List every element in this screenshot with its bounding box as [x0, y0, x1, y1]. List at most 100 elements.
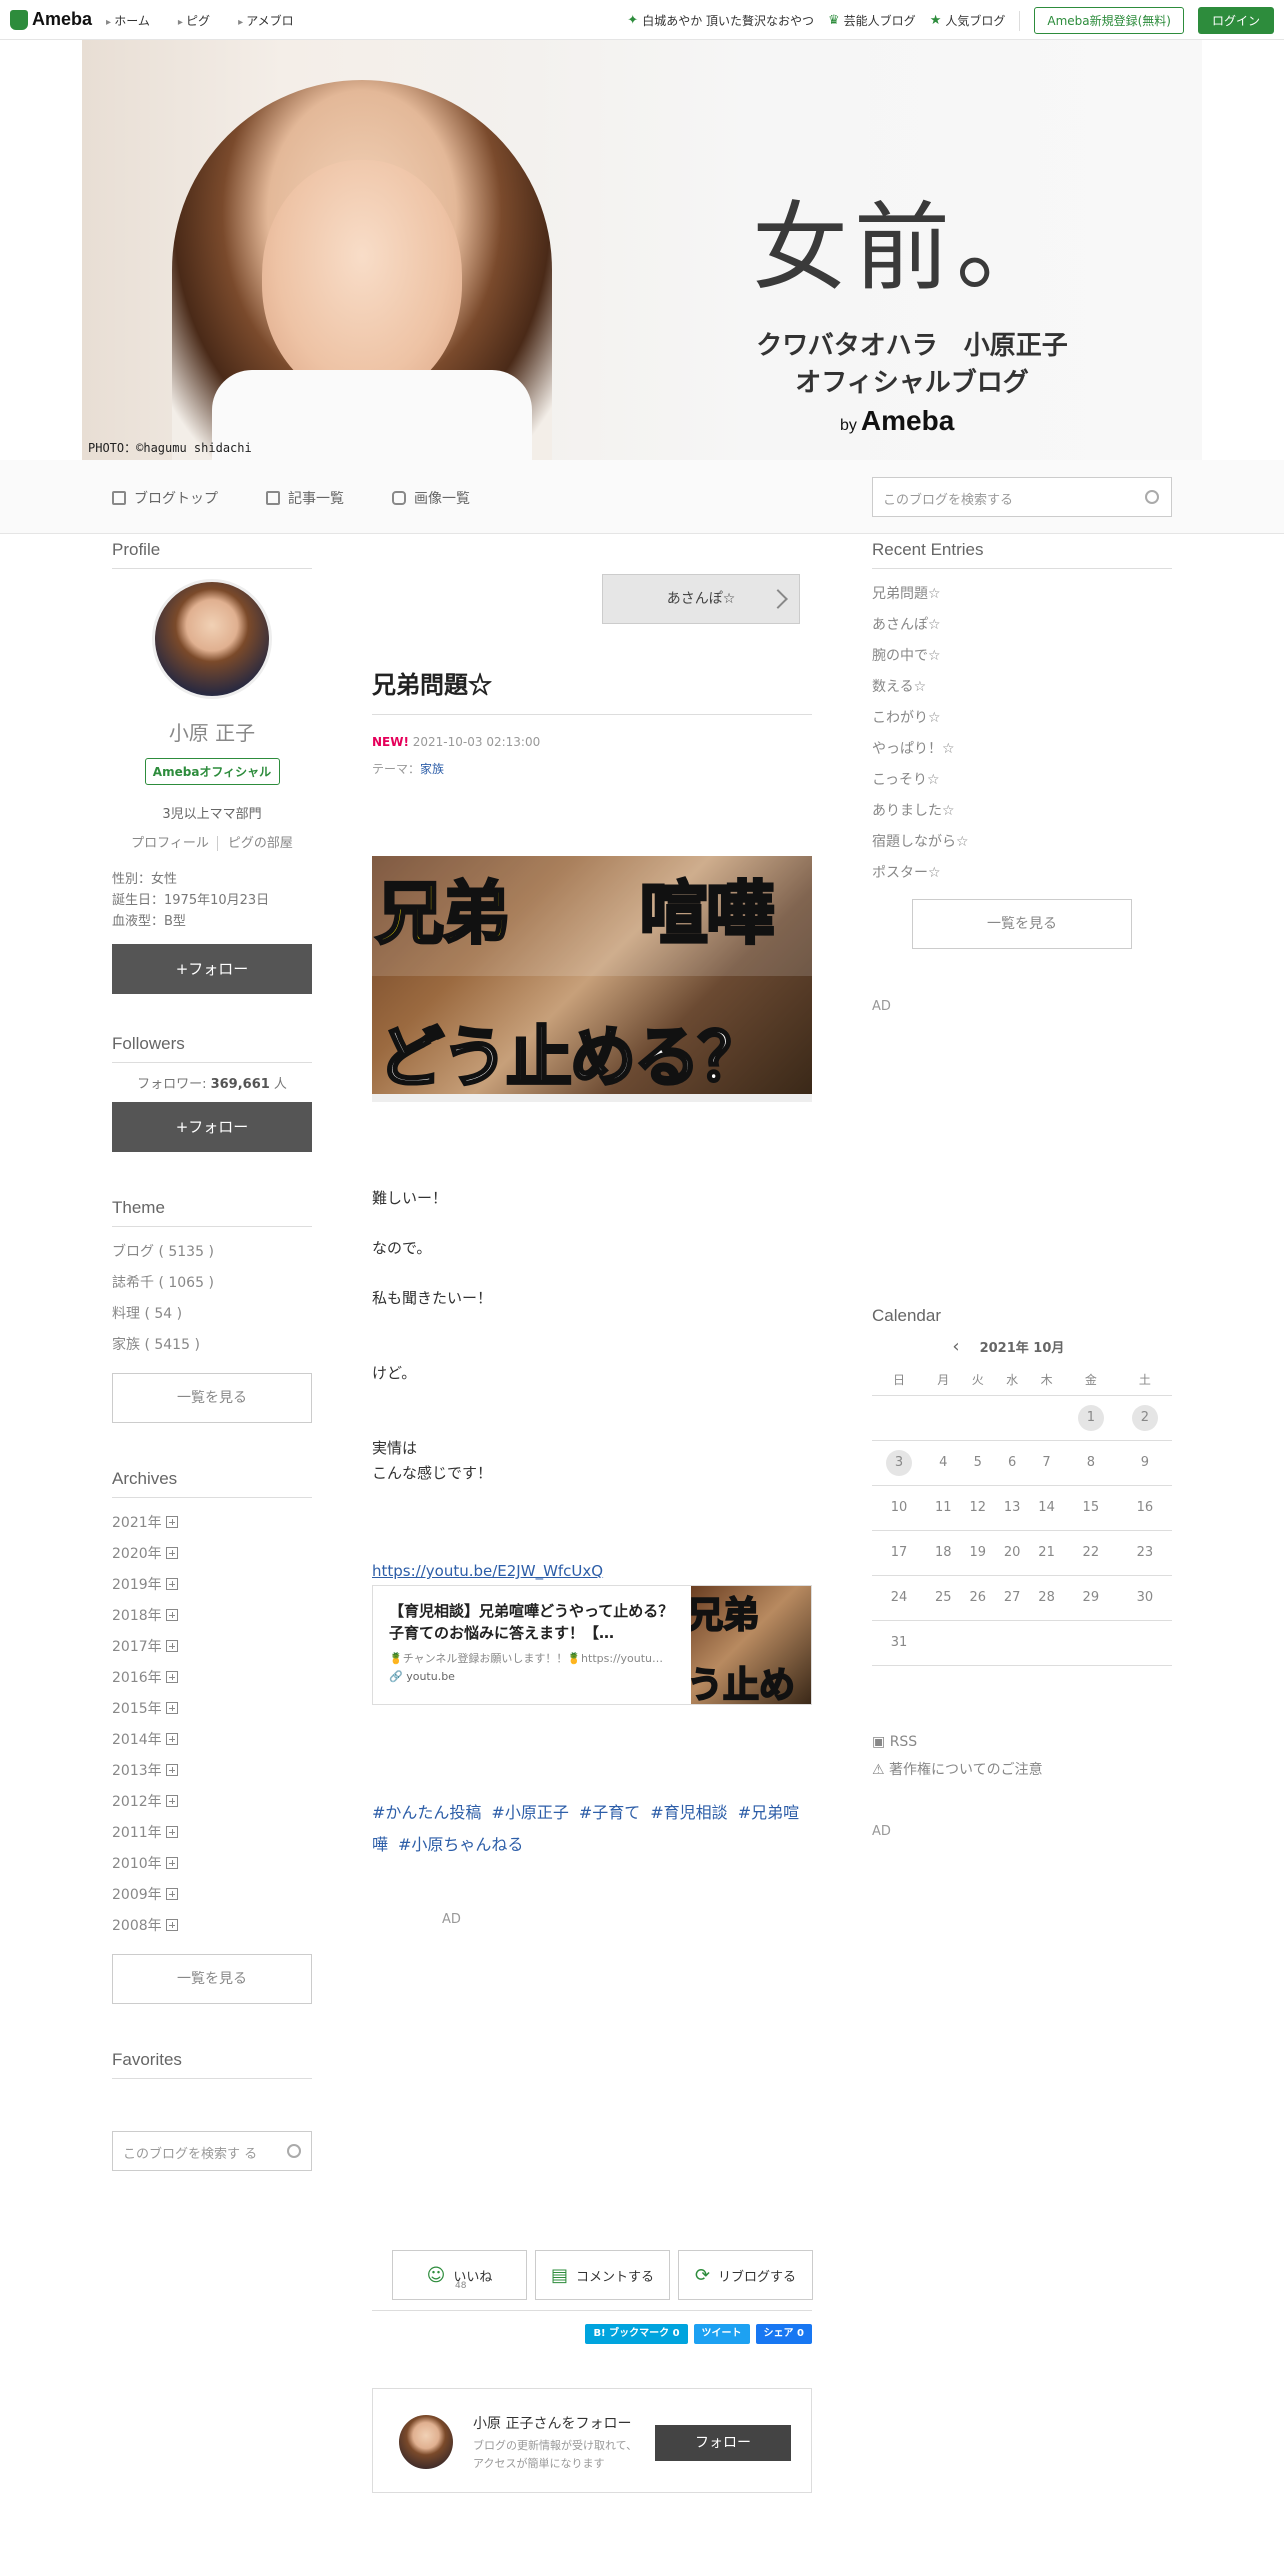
calendar-day[interactable]: 31	[872, 1620, 927, 1666]
search-icon[interactable]	[1145, 490, 1159, 504]
archive-year[interactable]: 2021年	[112, 1508, 312, 1539]
nav-ameblo[interactable]: アメブロ	[238, 12, 293, 29]
archive-year[interactable]: 2016年	[112, 1663, 312, 1694]
hashtag[interactable]: #小原正子	[491, 1803, 568, 1822]
recent-entry-item[interactable]: ポスター☆	[872, 858, 1172, 889]
calendar-day[interactable]: 18	[926, 1530, 961, 1576]
calendar-day[interactable]: 23	[1117, 1530, 1172, 1576]
entry-list-link[interactable]: 記事一覧	[266, 488, 344, 508]
expand-icon[interactable]	[165, 1578, 178, 1590]
hashtag[interactable]: #育児相談	[650, 1803, 727, 1822]
link-card[interactable]: 【育児相談】兄弟喧嘩どうやって止める？子育てのお悩みに答えます！【… 🍍チャンネ…	[372, 1585, 812, 1705]
blog-search-input[interactable]: このブログを検索する	[872, 477, 1172, 517]
theme-item[interactable]: 誌希千 ( 1065 )	[112, 1268, 312, 1299]
calendar-day[interactable]: 29	[1063, 1575, 1118, 1621]
calendar-day[interactable]: 1	[1063, 1395, 1118, 1441]
calendar-day[interactable]: 27	[994, 1575, 1030, 1621]
profile-link[interactable]: プロフィール	[131, 836, 209, 851]
expand-icon[interactable]	[165, 1547, 178, 1559]
theme-link[interactable]: 家族	[420, 762, 444, 776]
theme-item[interactable]: 家族 ( 5415 )	[112, 1330, 312, 1361]
reblog-button[interactable]: ⟳ リブログする	[678, 2250, 813, 2300]
follow-button-2[interactable]: +フォロー	[112, 1102, 312, 1152]
archive-year[interactable]: 2013年	[112, 1756, 312, 1787]
blog-top-link[interactable]: ブログトップ	[112, 488, 218, 508]
calendar-day[interactable]: 14	[1029, 1485, 1064, 1531]
calendar-day[interactable]: 20	[994, 1530, 1030, 1576]
archive-year[interactable]: 2009年	[112, 1880, 312, 1911]
calendar-day[interactable]: 24	[872, 1575, 927, 1621]
theme-item[interactable]: ブログ ( 5135 )	[112, 1237, 312, 1268]
hashtag[interactable]: #小原ちゃんねる	[398, 1835, 523, 1854]
youtube-link[interactable]: https://youtu.be/E2JW_WfcUxQ	[372, 1562, 603, 1580]
avatar[interactable]	[152, 579, 272, 699]
celebrity-blog-link[interactable]: ♛ 芸能人ブログ	[828, 12, 916, 29]
calendar-day[interactable]: 11	[926, 1485, 961, 1531]
chevron-left-icon[interactable]: ‹	[952, 1336, 959, 1357]
ameba-logo[interactable]: Ameba	[10, 9, 92, 30]
calendar-day[interactable]: 8	[1063, 1440, 1118, 1486]
nav-home[interactable]: ホーム	[106, 12, 150, 29]
comment-button[interactable]: ▤ コメントする	[535, 2250, 670, 2300]
calendar-day[interactable]: 28	[1029, 1575, 1064, 1621]
calendar-day[interactable]: 10	[872, 1485, 927, 1531]
hashtag[interactable]: #かんたん投稿	[372, 1803, 481, 1822]
expand-icon[interactable]	[165, 1516, 178, 1528]
expand-icon[interactable]	[165, 1640, 178, 1652]
archive-year[interactable]: 2011年	[112, 1818, 312, 1849]
calendar-day[interactable]: 17	[872, 1530, 927, 1576]
archives-more-button[interactable]: 一覧を見る	[112, 1954, 312, 2004]
calendar-day[interactable]: 13	[994, 1485, 1030, 1531]
calendar-day[interactable]: 7	[1029, 1440, 1064, 1486]
expand-icon[interactable]	[165, 1671, 178, 1683]
follow-button[interactable]: +フォロー	[112, 944, 312, 994]
image-list-link[interactable]: 画像一覧	[392, 488, 470, 508]
blog-header-image[interactable]: PHOTO：©hagumu shidachi 女前。 クワバタオハラ 小原正子 …	[82, 40, 1202, 460]
expand-icon[interactable]	[165, 1733, 178, 1745]
recent-more-button[interactable]: 一覧を見る	[912, 899, 1132, 949]
archive-year[interactable]: 2012年	[112, 1787, 312, 1818]
recent-entry-item[interactable]: あさんぽ☆	[872, 610, 1172, 641]
calendar-day[interactable]: 19	[960, 1530, 995, 1576]
archive-year[interactable]: 2017年	[112, 1632, 312, 1663]
recent-entry-item[interactable]: やっぱり！☆	[872, 734, 1172, 765]
prev-entry-button[interactable]: あさんぽ☆	[602, 574, 800, 624]
theme-item[interactable]: 料理 ( 54 )	[112, 1299, 312, 1330]
expand-icon[interactable]	[165, 1826, 178, 1838]
register-button[interactable]: Ameba新規登録(無料)	[1034, 7, 1184, 34]
archive-year[interactable]: 2014年	[112, 1725, 312, 1756]
login-button[interactable]: ログイン	[1197, 7, 1274, 34]
calendar-day[interactable]: 4	[926, 1440, 961, 1486]
hatena-bookmark-button[interactable]: B! ブックマーク 0	[585, 2324, 688, 2344]
calendar-day[interactable]: 5	[960, 1440, 995, 1486]
hashtag[interactable]: #子育て	[579, 1803, 640, 1822]
expand-icon[interactable]	[165, 1795, 178, 1807]
tweet-button[interactable]: ツイート	[693, 2324, 750, 2344]
trending-link[interactable]: ✦ 白城あやか 頂いた贅沢なおやつ	[627, 12, 814, 29]
entry-title[interactable]: 兄弟問題☆	[372, 665, 812, 715]
calendar-day[interactable]: 22	[1063, 1530, 1118, 1576]
rss-link[interactable]: ▣ RSS	[872, 1728, 1172, 1756]
archive-year[interactable]: 2015年	[112, 1694, 312, 1725]
pigg-room-link[interactable]: ピグの部屋	[216, 836, 293, 851]
nav-pigg[interactable]: ピグ	[178, 12, 210, 29]
sidebar-search-input[interactable]: このブログを検索す る	[112, 2131, 312, 2171]
entry-image[interactable]: 兄弟 喧嘩 どう止める？	[372, 856, 812, 1102]
facebook-share-button[interactable]: シェア 0	[755, 2324, 812, 2344]
calendar-day[interactable]: 25	[926, 1575, 961, 1621]
expand-icon[interactable]	[165, 1857, 178, 1869]
calendar-day[interactable]: 3	[872, 1440, 927, 1486]
expand-icon[interactable]	[165, 1609, 178, 1621]
calendar-day[interactable]: 30	[1117, 1575, 1172, 1621]
recent-entry-item[interactable]: 宿題しながら☆	[872, 827, 1172, 858]
recent-entry-item[interactable]: 腕の中で☆	[872, 641, 1172, 672]
calendar-day[interactable]: 6	[994, 1440, 1030, 1486]
theme-more-button[interactable]: 一覧を見る	[112, 1373, 312, 1423]
recent-entry-item[interactable]: こっそり☆	[872, 765, 1172, 796]
archive-year[interactable]: 2008年	[112, 1911, 312, 1942]
expand-icon[interactable]	[165, 1919, 178, 1931]
like-button[interactable]: ☺ いいね 48	[392, 2250, 527, 2300]
recent-entry-item[interactable]: 数える☆	[872, 672, 1172, 703]
archive-year[interactable]: 2020年	[112, 1539, 312, 1570]
expand-icon[interactable]	[165, 1702, 178, 1714]
